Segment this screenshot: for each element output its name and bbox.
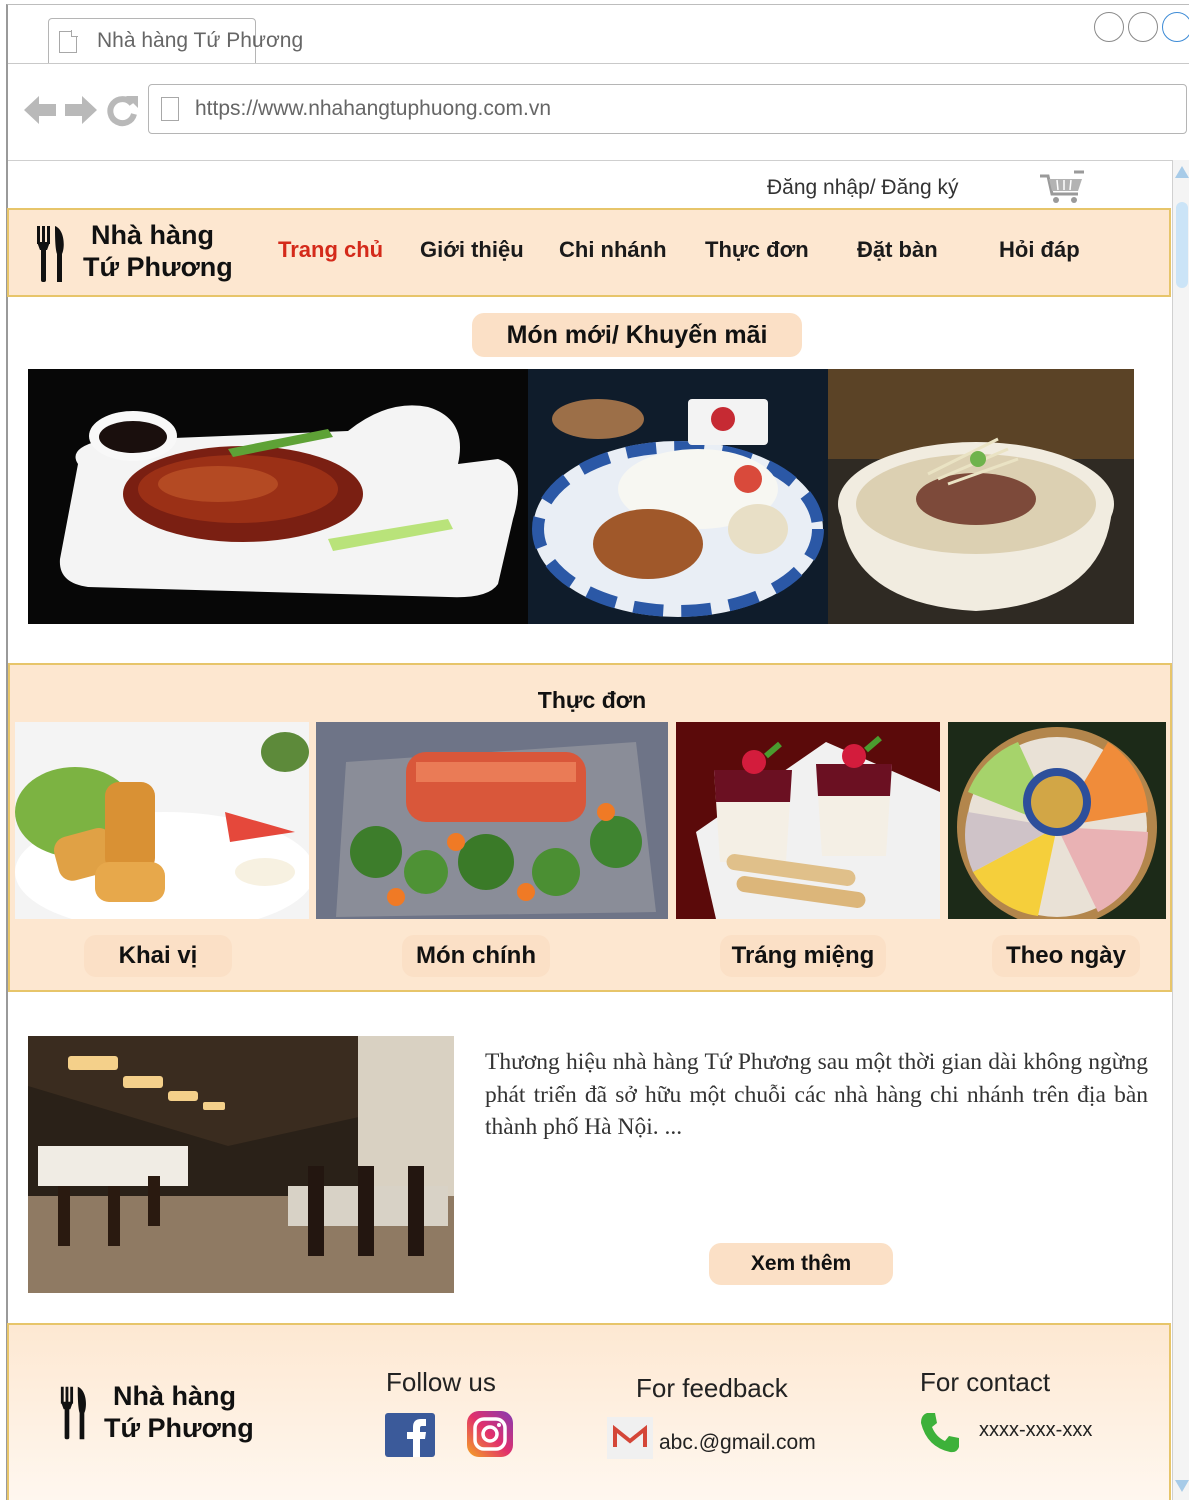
menu-image-appetizer[interactable] xyxy=(15,722,309,919)
facebook-icon[interactable] xyxy=(385,1413,435,1457)
feedback-heading: For feedback xyxy=(636,1373,788,1403)
nav-branches[interactable]: Chi nhánh xyxy=(559,237,667,263)
window-minimize-button[interactable] xyxy=(1094,12,1124,42)
address-bar[interactable]: https://www.nhahangtuphuong.com.vn xyxy=(148,84,1187,134)
shopping-cart-icon[interactable] xyxy=(1038,170,1086,206)
chrome-divider xyxy=(8,160,1174,161)
menu-image-daily-special[interactable] xyxy=(948,722,1166,919)
promo-image-noodle-soup[interactable] xyxy=(828,369,1134,624)
category-appetizer-button[interactable]: Khai vị xyxy=(84,935,232,977)
scroll-down-arrow-icon[interactable] xyxy=(1175,1480,1189,1492)
scroll-thumb[interactable] xyxy=(1176,202,1188,288)
phone-icon[interactable] xyxy=(917,1409,963,1455)
restaurant-interior-image[interactable] xyxy=(28,1036,454,1293)
instagram-icon[interactable] xyxy=(467,1411,513,1457)
brand-name-line1[interactable]: Nhà hàng xyxy=(91,220,214,251)
nav-menu[interactable]: Thực đơn xyxy=(705,237,809,263)
login-register-link[interactable]: Đăng nhập/ Đăng ký xyxy=(767,176,958,200)
browser-tab[interactable]: Nhà hàng Tứ Phương xyxy=(48,18,303,64)
window-close-button[interactable] xyxy=(1162,12,1189,42)
window-maximize-button[interactable] xyxy=(1128,12,1158,42)
follow-us-heading: Follow us xyxy=(386,1367,496,1397)
brand-name-line2[interactable]: Tứ Phương xyxy=(83,252,233,283)
category-dessert-button[interactable]: Tráng miệng xyxy=(720,935,886,977)
fork-knife-icon[interactable] xyxy=(35,224,67,284)
about-description: Thương hiệu nhà hàng Tứ Phương sau một t… xyxy=(485,1049,1148,1140)
contact-heading: For contact xyxy=(920,1367,1051,1397)
menu-section-title: Thực đơn xyxy=(537,687,647,713)
menu-image-dessert[interactable] xyxy=(676,722,940,919)
promo-image-chicken-rice-plate[interactable] xyxy=(528,369,828,624)
url-text[interactable]: https://www.nhahangtuphuong.com.vn xyxy=(195,97,551,121)
scrollbar[interactable] xyxy=(1172,160,1189,1500)
category-main-course-button[interactable]: Món chính xyxy=(402,935,550,977)
read-more-button[interactable]: Xem thêm xyxy=(709,1243,893,1285)
page-icon xyxy=(59,30,78,53)
page-icon xyxy=(161,97,179,121)
nav-about[interactable]: Giới thiệu xyxy=(420,237,524,263)
site-footer: Nhà hàng Tứ Phương Follow us For feedbac… xyxy=(7,1323,1171,1500)
category-daily-button[interactable]: Theo ngày xyxy=(992,935,1140,977)
scroll-up-arrow-icon[interactable] xyxy=(1175,166,1189,178)
back-arrow-icon[interactable] xyxy=(22,93,58,127)
reload-icon[interactable] xyxy=(104,92,140,128)
forward-arrow-icon[interactable] xyxy=(63,93,99,127)
footer-brand-line1: Nhà hàng xyxy=(113,1381,237,1411)
promo-image-roast-duck[interactable] xyxy=(28,369,528,624)
feedback-email[interactable]: abc.@gmail.com xyxy=(659,1431,816,1455)
tab-strip-divider xyxy=(8,63,1189,64)
nav-faq[interactable]: Hỏi đáp xyxy=(999,237,1080,263)
promo-section-title: Món mới/ Khuyến mãi xyxy=(472,313,802,357)
footer-brand-line2: Tứ Phương xyxy=(104,1413,254,1443)
gmail-icon[interactable] xyxy=(607,1417,653,1459)
fork-knife-icon[interactable] xyxy=(59,1383,89,1443)
contact-phone[interactable]: xxxx-xxx-xxx xyxy=(979,1419,1092,1442)
menu-section: Thực đơn Khai vị Món chính Tráng miệng T… xyxy=(8,663,1172,992)
tab-title: Nhà hàng Tứ Phương xyxy=(97,29,304,52)
menu-image-main-course[interactable] xyxy=(316,722,668,919)
nav-reservation[interactable]: Đặt bàn xyxy=(857,237,938,263)
nav-home[interactable]: Trang chủ xyxy=(278,237,383,263)
site-header: Nhà hàng Tứ Phương Trang chủ Giới thiệu … xyxy=(7,208,1171,297)
